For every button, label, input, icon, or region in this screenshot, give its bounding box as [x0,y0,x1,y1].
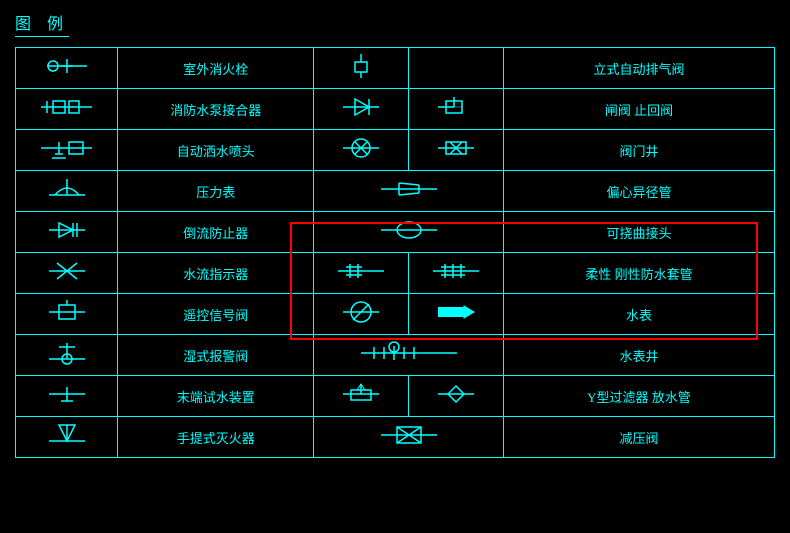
label-cell: 自动洒水喷头 [118,130,314,171]
diamond-sym-icon [436,380,476,408]
mid-symbol-cell [314,171,504,212]
symbol-cell [16,130,118,171]
right-label-cell: Y型过滤器 放水管 [503,376,774,417]
mid-symbol-cell [314,48,409,89]
pressure-gauge-icon [47,175,87,203]
end-test-icon [47,380,87,408]
blue-arrow-icon [436,298,476,326]
mid-symbol-cell [314,376,409,417]
mid-symbol-cell [314,212,504,253]
mid-symbol-cell2 [409,376,504,417]
symbol-cell [16,253,118,294]
label-cell: 消防水泵接合器 [118,89,314,130]
table-row: 湿式报警阀 水表井 [16,335,775,376]
label-cell: 遥控信号阀 [118,294,314,335]
right-label-cell: 水表井 [503,335,774,376]
symbol-cell [16,417,118,458]
flow-indicator-icon [47,257,87,285]
oval-sym-icon [379,216,439,244]
symbol-cell [16,89,118,130]
symbol-cell [16,294,118,335]
circle-slash-icon [341,298,381,326]
mid-symbol-cell [314,417,504,458]
pump-combiner-icon [39,93,94,121]
label-cell: 末端试水装置 [118,376,314,417]
right-label-cell: 水表 [503,294,774,335]
mid-symbol-cell [314,89,409,130]
symbol-cell [16,212,118,253]
mid-symbol-cell2 [409,89,504,130]
label-cell: 压力表 [118,171,314,212]
mid-symbol-cell2 [409,48,504,89]
table-row: 遥控信号阀 水表 [16,294,775,335]
rect-valve-icon [436,134,476,162]
wet-alarm-icon [47,339,87,367]
label-cell: 手提式灭火器 [118,417,314,458]
symbol-cell [16,376,118,417]
right-label-cell: 偏心异径管 [503,171,774,212]
table-row: 末端试水装置 Y型过滤器 放水管 [16,376,775,417]
table-row: 手提式灭火器 减压阀 [16,417,775,458]
valve-small-icon [341,52,381,80]
mid-symbol-cell2 [409,253,504,294]
mid-symbol-cell [314,253,409,294]
sprinkler-icon [39,134,94,162]
right-label-cell: 阀门井 [503,130,774,171]
label-cell: 倒流防止器 [118,212,314,253]
water-meter-sym-icon [359,339,459,367]
table-row: 自动洒水喷头 阀门井 [16,130,775,171]
circle-x-valve-icon [341,134,381,162]
legend-table: 室外消火栓 立式自动排气阀 消防水泵接合器 [15,47,775,458]
table-row: 水流指示器 柔性 [16,253,775,294]
symbol-cell [16,335,118,376]
right-label-cell: 柔性 刚性防水套管 [503,253,774,294]
main-container: 图 例 室外消火栓 立式自动排气 [0,0,790,468]
page-title: 图 例 [15,10,69,37]
right-label-cell: 立式自动排气阀 [503,48,774,89]
x-box-icon [379,421,439,449]
table-row: 倒流防止器 可挠曲接头 [16,212,775,253]
hand-extinguisher-icon [47,421,87,449]
outdoor-hydrant-icon [43,52,91,80]
mid-symbol-cell2 [409,294,504,335]
reducer-icon [379,175,439,203]
symbol-cell [16,48,118,89]
label-cell: 水流指示器 [118,253,314,294]
flex-sym1-icon [336,257,386,285]
right-label-cell: 减压阀 [503,417,774,458]
table-row: 消防水泵接合器 闸阀 止回阀 [16,89,775,130]
right-label-cell: 闸阀 止回阀 [503,89,774,130]
symbol-cell [16,171,118,212]
table-row: 室外消火栓 立式自动排气阀 [16,48,775,89]
mid-symbol-cell2 [409,130,504,171]
corner-valve-icon [436,93,476,121]
label-cell: 湿式报警阀 [118,335,314,376]
flex-sym2-icon [431,257,481,285]
backflow-prev-icon [47,216,87,244]
label-cell: 室外消火栓 [118,48,314,89]
mid-symbol-cell [314,130,409,171]
t-valve-icon [341,380,381,408]
check-valve-icon [341,93,381,121]
table-row: 压力表 偏心异径管 [16,171,775,212]
right-label-cell: 可挠曲接头 [503,212,774,253]
title-section: 图 例 [15,10,775,39]
remote-signal-icon [47,298,87,326]
mid-symbol-cell [314,294,409,335]
mid-symbol-cell [314,335,504,376]
